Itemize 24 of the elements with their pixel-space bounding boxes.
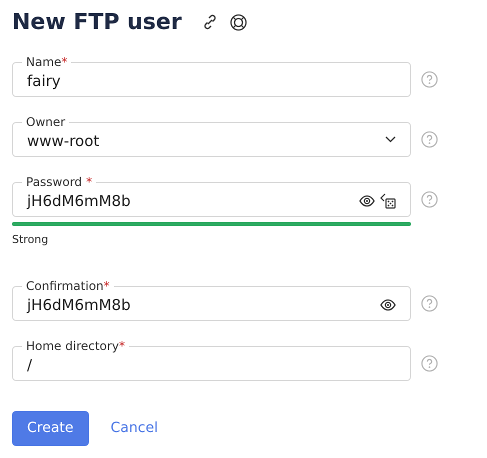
required-mark: *: [118, 339, 125, 353]
field-value: /: [27, 354, 34, 376]
eye-icon[interactable]: [380, 299, 396, 311]
field-label: Owner: [26, 115, 66, 129]
field-value: jH6dM6mM8b: [27, 190, 132, 212]
create-button[interactable]: Create: [12, 411, 89, 446]
cancel-link[interactable]: Cancel: [108, 411, 160, 446]
link-icon[interactable]: [202, 14, 218, 30]
field-label: Confirmation: [26, 279, 104, 293]
eye-icon[interactable]: [359, 195, 375, 207]
field-label: Home directory: [26, 339, 119, 353]
required-mark: *: [104, 279, 110, 293]
required-mark: *: [61, 55, 68, 69]
chevron-down-icon: [385, 136, 396, 143]
required-mark: *: [85, 175, 92, 189]
field-value: www-root: [27, 130, 100, 152]
field-label: Password: [26, 175, 82, 189]
lifebuoy-icon[interactable]: [230, 14, 247, 30]
dice-icon[interactable]: [380, 193, 396, 209]
field-label: Name: [26, 55, 62, 69]
field-value: fairy: [27, 70, 62, 92]
strength-label: Strong: [12, 233, 50, 247]
page-title: New FTP user: [12, 8, 182, 36]
field-value: jH6dM6mM8b: [27, 294, 132, 316]
